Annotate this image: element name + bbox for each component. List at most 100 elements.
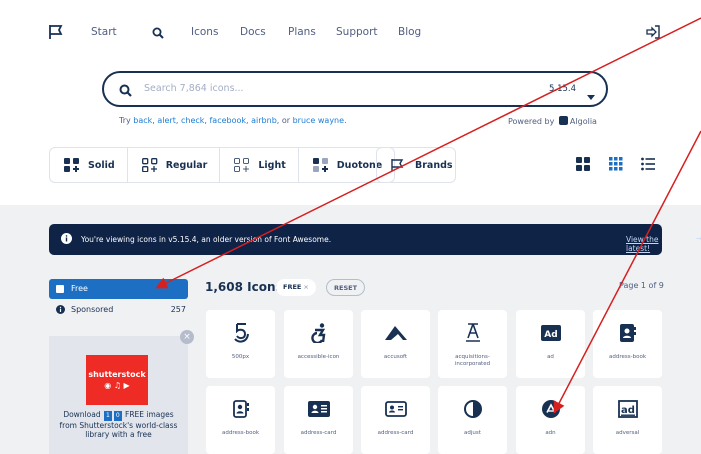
icon-card-address-card[interactable]: address-card [284,386,353,454]
sponsored-ad[interactable]: shutterstock ◉ ♫ ▶ Download 10 FREE imag… [49,336,188,454]
info-circle-icon [56,305,65,316]
arrow-right-icon: → [696,234,701,243]
adjust-icon [438,399,507,419]
filter-free-label: Free [71,284,88,293]
banner-message: You're viewing icons in v5.15.4, an olde… [81,235,332,244]
500px-icon [206,323,275,343]
icon-name: accusoft [383,354,408,360]
hint-link-bruce-wayne[interactable]: bruce wayne [293,116,344,125]
icon-card-address-book[interactable]: address-book [593,310,662,378]
search-icon[interactable] [152,24,164,43]
hint-link-airbnb[interactable]: airbnb [251,116,277,125]
icon-name: accessible-icon [297,354,340,360]
view-latest-link[interactable]: View the latest! [626,235,662,253]
icon-name: adversal [615,430,640,436]
duotone-style-icon [312,158,328,172]
powered-by[interactable]: Powered by Algolia [508,116,597,126]
icon-name: adn [545,430,556,436]
large-grid-view-icon[interactable] [576,156,590,175]
reset-button[interactable]: RESET [326,279,366,296]
icon-card-adn[interactable]: adn [516,386,585,454]
chevron-down-icon[interactable] [587,86,595,105]
accusoft-icon [361,323,430,343]
free-pill-label: FREE [283,283,302,291]
hint-suffix: . [344,116,347,125]
filter-sponsored[interactable]: Sponsored 257 [49,304,188,318]
icon-card-adversal[interactable]: ad adversal [593,386,662,454]
free-filter-pill[interactable]: FREE × [276,279,316,296]
address-card-icon [284,399,353,419]
ad-icon: Ad [516,323,585,343]
list-view-icon[interactable] [641,156,655,175]
close-icon[interactable]: × [180,330,194,344]
solid-style-icon [64,158,79,172]
checkbox-checked-icon [56,285,64,293]
style-solid-label: Solid [88,159,115,171]
hint-link-back[interactable]: back [133,116,152,125]
hint-link-alert[interactable]: alert [157,116,175,125]
hint-link-facebook[interactable]: facebook [209,116,246,125]
icon-name: address-card [377,430,414,436]
accessible-icon [284,323,353,343]
icon-search-input[interactable]: Search 7,864 icons... 5.15.4 [102,71,608,107]
nav-support[interactable]: Support [336,26,378,38]
shutterstock-logo: shutterstock ◉ ♫ ▶ [86,355,148,405]
style-light-label: Light [258,159,286,171]
icon-card-acquisitions-incorporated[interactable]: acquisitions-incorporated [438,310,507,378]
adversal-icon: ad [593,399,662,419]
icon-card-500px[interactable]: 500px [206,310,275,378]
acquisitions-incorporated-icon [438,323,507,343]
flag-icon [391,159,404,171]
style-solid-button[interactable]: Solid [50,148,128,182]
nav-docs[interactable]: Docs [240,26,266,38]
icon-name: ad [547,354,554,360]
style-light-button[interactable]: Light [220,148,299,182]
address-card-outline-icon [361,399,430,419]
sign-in-icon[interactable] [646,24,661,43]
camera-music-video-icons: ◉ ♫ ▶ [104,381,130,390]
icon-name: acquisitions-incorporated [454,354,491,367]
hint-prefix: Try [119,116,134,125]
icon-card-accessible-icon[interactable]: accessible-icon [284,310,353,378]
hint-or: , or [276,116,293,125]
icon-name: address-book [609,354,646,360]
algolia-name: Algolia [569,117,597,126]
regular-style-icon [141,158,158,172]
svg-text:ad: ad [621,405,635,416]
nav-start[interactable]: Start [91,26,117,38]
info-circle-icon [61,233,72,246]
ad-text: Download 10 FREE images from Shutterstoc… [57,410,180,440]
nav-icons[interactable]: Icons [191,26,218,38]
icon-count: 1,608 Icons [205,280,283,294]
filter-free[interactable]: Free [49,279,188,299]
light-style-icon [234,158,250,172]
icon-card-accusoft[interactable]: accusoft [361,310,430,378]
brands-label: Brands [415,159,453,171]
search-icon [119,82,132,101]
version-select[interactable]: 5.15.4 [549,84,576,94]
address-book-outline-icon [206,399,275,419]
close-icon[interactable]: × [303,283,308,291]
version-banner: You're viewing icons in v5.15.4, an olde… [49,224,701,255]
address-book-icon [593,323,662,343]
small-grid-view-icon[interactable] [609,156,623,175]
filter-sponsored-label: Sponsored [71,305,114,314]
nav-blog[interactable]: Blog [398,26,421,38]
nav-plans[interactable]: Plans [288,26,316,38]
icon-card-address-card-regular[interactable]: address-card [361,386,430,454]
font-awesome-flag-logo[interactable] [49,24,63,43]
ad-digit-1: 1 [103,411,112,421]
ad-brand: shutterstock [88,370,146,379]
icon-name: address-card [300,430,337,436]
style-regular-label: Regular [165,159,208,171]
ad-text-1: Download [63,410,101,419]
icon-card-address-book-regular[interactable]: address-book [206,386,275,454]
hint-link-check[interactable]: check [181,116,204,125]
svg-text:Ad: Ad [544,330,557,340]
style-filter-group: Solid Regular Light Duotone [49,147,396,183]
brands-button[interactable]: Brands [376,147,456,183]
icon-card-ad[interactable]: Ad ad [516,310,585,378]
style-regular-button[interactable]: Regular [128,148,221,182]
pagination-label: Page 1 of 9 [619,281,664,290]
icon-card-adjust[interactable]: adjust [438,386,507,454]
